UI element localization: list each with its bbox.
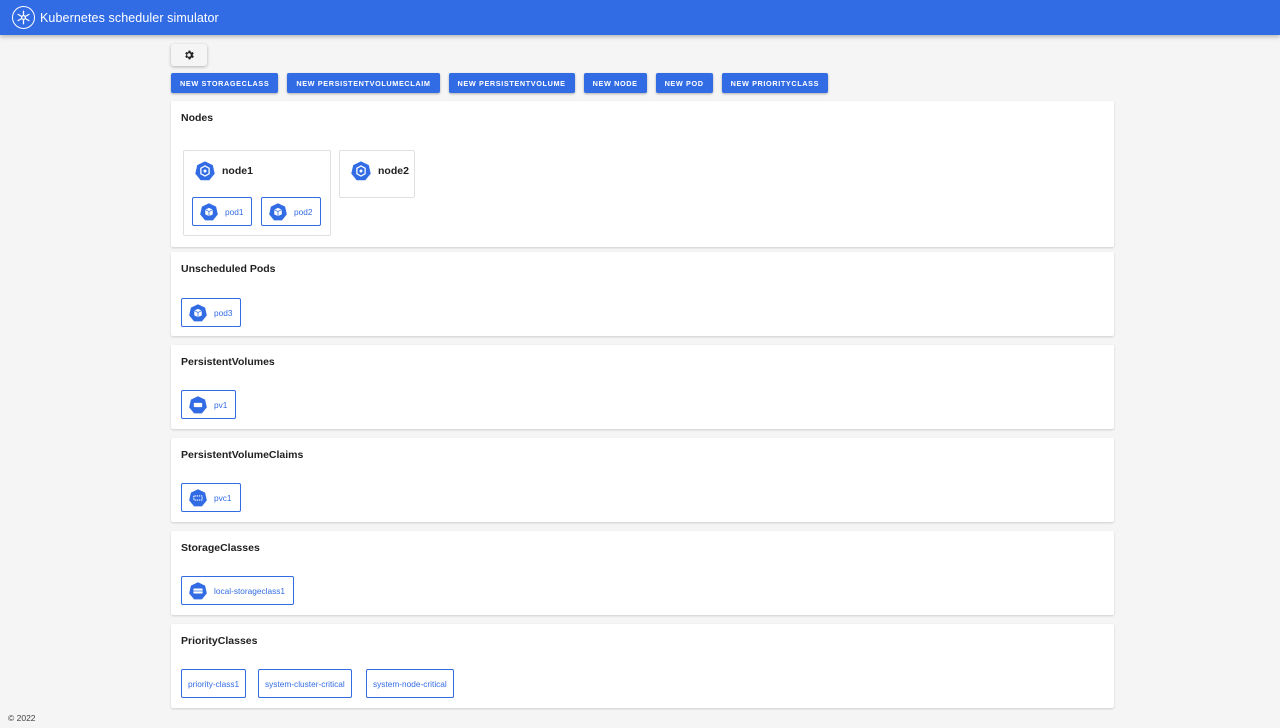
persistent-volume-claims-section: PersistentVolumeClaims pvc1	[171, 438, 1114, 522]
app-title: Kubernetes scheduler simulator	[40, 10, 219, 25]
new-persistentvolume-button[interactable]: NEW PERSISTENTVOLUME	[448, 73, 575, 93]
node-icon	[195, 161, 215, 181]
pv-chip-pv1[interactable]: pv1	[181, 390, 237, 419]
pod-chip-pod1[interactable]: pod1	[192, 197, 253, 226]
priorityclass-chip-priority-class1[interactable]: priority-class1	[181, 669, 247, 698]
new-storageclass-button[interactable]: NEW STORAGECLASS	[171, 73, 279, 93]
pvc-chip-pvc1[interactable]: pvc1	[181, 483, 241, 512]
node-card-node2[interactable]: node2	[339, 150, 415, 198]
storage-classes-section: StorageClasses local-storageclass1	[171, 531, 1114, 615]
section-title: StorageClasses	[181, 542, 260, 554]
storageclass-chip-local-storageclass1[interactable]: local-storageclass1	[181, 576, 295, 605]
priorityclass-chip-system-node-critical[interactable]: system-node-critical	[366, 669, 454, 698]
section-title: PersistentVolumeClaims	[181, 449, 304, 461]
persistent-volumes-section: PersistentVolumes pv1	[171, 345, 1114, 429]
new-persistentvolumeclaim-button[interactable]: NEW PERSISTENTVOLUMECLAIM	[287, 73, 440, 93]
footer-copyright: © 2022	[8, 713, 36, 723]
new-node-button[interactable]: NEW NODE	[583, 73, 647, 93]
priorityclass-chip-system-cluster-critical[interactable]: system-cluster-critical	[258, 669, 352, 698]
kubernetes-logo-icon	[12, 6, 35, 29]
pod-label: pod1	[225, 206, 244, 217]
persistent-volume-icon	[189, 395, 207, 413]
pod-icon	[269, 202, 287, 220]
unscheduled-pods-section: Unscheduled Pods pod3	[171, 252, 1114, 336]
settings-button[interactable]	[171, 44, 207, 66]
new-pod-button[interactable]: NEW POD	[655, 73, 713, 93]
node-name: node2	[378, 165, 409, 177]
priorityclass-label: system-node-critical	[373, 678, 447, 689]
section-title: Nodes	[181, 112, 214, 124]
node-icon	[351, 161, 371, 181]
new-priorityclass-button[interactable]: NEW PRIORITYCLASS	[721, 73, 829, 93]
pod-label: pod3	[214, 307, 233, 318]
section-title: Unscheduled Pods	[181, 263, 276, 275]
priorityclass-label: system-cluster-critical	[265, 678, 345, 689]
pod-label: pod2	[294, 206, 313, 217]
pod-icon	[200, 202, 218, 220]
pv-label: pv1	[214, 399, 228, 410]
node-card-node1[interactable]: node1 pod1 pod2	[183, 150, 331, 236]
create-toolbar: NEW STORAGECLASS NEW PERSISTENTVOLUMECLA…	[171, 73, 829, 93]
pod-icon	[189, 303, 207, 321]
priority-classes-section: PriorityClasses priority-class1 system-c…	[171, 624, 1114, 708]
section-title: PersistentVolumes	[181, 356, 275, 368]
persistent-volume-claim-icon	[189, 488, 207, 506]
storageclass-label: local-storageclass1	[214, 585, 286, 596]
node-name: node1	[222, 165, 253, 177]
app-bar: Kubernetes scheduler simulator	[0, 0, 1280, 35]
storage-class-icon	[189, 581, 207, 599]
section-title: PriorityClasses	[181, 635, 258, 647]
priorityclass-label: priority-class1	[188, 678, 240, 689]
pod-chip-pod2[interactable]: pod2	[261, 197, 322, 226]
nodes-section: Nodes node1 pod1 pod2 node2	[171, 101, 1114, 247]
pod-chip-pod3[interactable]: pod3	[181, 298, 242, 327]
gear-icon	[185, 50, 194, 60]
pvc-label: pvc1	[214, 492, 232, 503]
